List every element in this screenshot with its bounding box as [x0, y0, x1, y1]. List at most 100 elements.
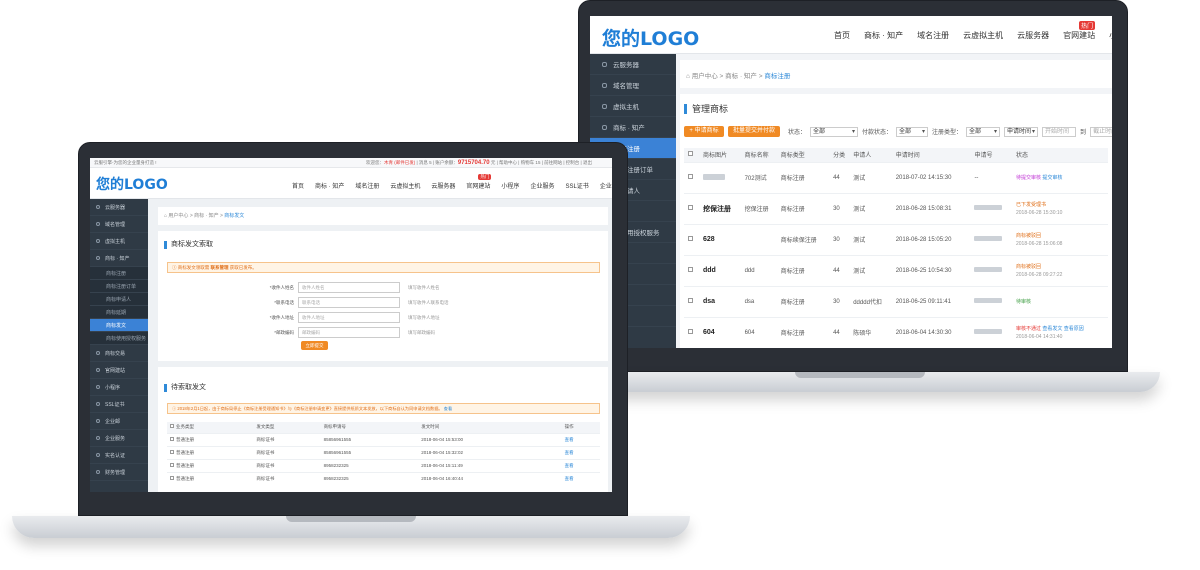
batch-submit-button[interactable]: 批量提交并付款 [728, 126, 780, 137]
breadcrumb-current: 商标发文 [224, 213, 245, 219]
sidebar-item[interactable]: 商标延期 [90, 306, 148, 319]
breadcrumb-mid[interactable]: 商标 · 知产 [725, 73, 757, 80]
sidebar-item[interactable]: 实名认证 [90, 447, 148, 464]
row-checkbox[interactable] [170, 436, 174, 441]
sidebar-item[interactable]: 虚拟主机 [90, 233, 148, 250]
nav-item[interactable]: 小程序 [1109, 30, 1112, 41]
trademark-image-text: dsa [703, 298, 716, 305]
messages-link[interactable]: 消息 5 [419, 160, 432, 165]
cell-time: 2018-07-02 14:15:30 [892, 161, 972, 193]
mail-icon [96, 419, 100, 423]
sidebar-item[interactable]: 企业邮 [90, 413, 148, 430]
row-checkbox[interactable] [170, 462, 174, 467]
sidebar-item[interactable]: 云服务器 [590, 54, 676, 75]
cell-cls: 44 [830, 316, 851, 348]
logo[interactable]: 您的LOGO [602, 24, 699, 51]
nav-item[interactable]: 首页 [834, 30, 850, 41]
cell-name: 挖保注册 [741, 192, 778, 224]
status-select[interactable]: 全部 [810, 126, 859, 137]
nav-item[interactable]: 首页 [292, 181, 304, 190]
nav-item[interactable]: 商标 · 知产 [864, 30, 903, 41]
sidebar-item[interactable]: 商标注册订单 [90, 280, 148, 293]
view-link[interactable]: 查看 [565, 476, 574, 481]
cell-name [741, 223, 778, 255]
table-row[interactable]: 普通注册 商标证书 8958232325 2018-06-04 15:11:49 查看 [167, 458, 600, 472]
pay-select[interactable]: 全部 [896, 126, 929, 137]
sidebar-item[interactable]: 虚拟主机 [590, 96, 676, 117]
form-input[interactable]: 收件人姓名 [298, 282, 400, 293]
sidebar-item[interactable]: 商标注册 [90, 267, 148, 280]
cell-name: ddd [741, 254, 778, 286]
time-select[interactable]: 申请时间 [1004, 126, 1039, 137]
application-number-masked [974, 298, 1003, 303]
form-input[interactable]: 收件人地址 [298, 312, 400, 323]
row-checkbox[interactable] [170, 449, 174, 454]
table-row[interactable]: 702测试 商标注册 44 测试 2018-07-02 14:15:30 -- 待提交审核 … [684, 161, 1108, 193]
top-link[interactable]: 控制台 [566, 160, 580, 165]
table-row[interactable]: 普通注册 商标证书 85856961555 2018-06-04 15:53:00 查看 [167, 432, 600, 446]
sidebar-item[interactable]: 商标 · 知产 [90, 250, 148, 267]
cell-status: 待提交审核 提交审核 [1013, 161, 1108, 193]
nav-item[interactable]: 云服务器 [1017, 30, 1049, 41]
apply-trademark-button[interactable]: + 申请商标 [684, 126, 724, 137]
sidebar-item[interactable]: 小程序 [90, 379, 148, 396]
nav-item[interactable]: 商标 · 知产 [315, 181, 344, 190]
table-row[interactable]: dsa dsa 商标注册 30 ddddd代扣 2018-06-25 09:11:41 待审… [684, 285, 1108, 317]
table-row[interactable]: 普通注册 商标证书 8958232325 2018-06-04 16:40:44 查看 [167, 471, 600, 485]
sidebar-item[interactable]: 企业服务 [90, 430, 148, 447]
select-all-checkbox[interactable] [170, 424, 174, 429]
row-checkbox[interactable] [170, 475, 174, 480]
sidebar-item[interactable]: 财务管理 [90, 464, 148, 481]
table-row[interactable]: ddd ddd 商标注册 44 测试 2018-06-25 10:54:30 商标被驳回 20… [684, 254, 1108, 286]
sidebar-item[interactable]: SSL证书 [90, 396, 148, 413]
sidebar-item[interactable]: 商标发文 [90, 319, 148, 332]
table-row[interactable]: 628 商标续保注册 30 测试 2018-06-28 15:05:20 商标被驳回 201… [684, 223, 1108, 255]
end-date-input[interactable]: 截止时间 [1090, 126, 1112, 137]
sidebar-item-label: 商标延期 [106, 309, 127, 316]
nav-item[interactable]: 云虚拟主机 [963, 30, 1003, 41]
notice-contact-link[interactable]: 联系管理 [211, 265, 230, 270]
sidebar-item[interactable]: 商标交易 [90, 345, 148, 362]
top-link[interactable]: 退出 [583, 160, 592, 165]
form-input[interactable]: 联系电话 [298, 297, 400, 308]
user-name[interactable]: 木青 (邮件已发) [384, 160, 415, 165]
breadcrumb-home[interactable]: 用户中心 [692, 73, 718, 80]
top-link[interactable]: 前往网站 [544, 160, 562, 165]
nav-item[interactable]: 小程序 [501, 181, 519, 190]
breadcrumb-mid[interactable]: 商标 · 知产 [194, 213, 218, 219]
nav-item[interactable]: 官网建站 热门 [466, 174, 492, 190]
table-row[interactable]: 挖保注册 挖保注册 商标注册 30 测试 2018-06-28 15:08:31 已下发受理… [684, 192, 1108, 224]
sidebar-item[interactable]: 官网建站 [90, 362, 148, 379]
reg-select[interactable]: 全部 [966, 126, 1001, 137]
table-row[interactable]: 普通注册 商标证书 85856961555 2018-06-04 15:32:02 查看 [167, 445, 600, 459]
nav-item[interactable]: 企业服务 [530, 181, 554, 190]
logo[interactable]: 您的LOGO [96, 174, 168, 194]
nav-item[interactable]: 企业邮 [600, 181, 612, 190]
nav-item[interactable]: 云虚拟主机 [390, 181, 420, 190]
nav-item[interactable]: 域名注册 [355, 181, 379, 190]
nav-item[interactable]: 官网建站 热门 [1063, 21, 1096, 41]
top-link[interactable]: 帮助中心 [499, 160, 517, 165]
start-date-input[interactable]: 开始时间 [1042, 126, 1077, 137]
top-link[interactable]: 购物车 15 [521, 160, 541, 165]
view-link[interactable]: 查看 [565, 450, 574, 455]
table-row[interactable]: 604 604 商标注册 44 陈硕华 2018-06-04 14:30:30 审核不通过 … [684, 316, 1108, 348]
sidebar-item[interactable]: 域名管理 [590, 75, 676, 96]
status-action-link[interactable]: 提交审核 [1042, 175, 1062, 181]
status-action-link[interactable]: 查看发文 查看原因 [1042, 326, 1083, 332]
nav-item[interactable]: 云服务器 [431, 181, 455, 190]
view-link[interactable]: 查看 [565, 463, 574, 468]
sidebar-item[interactable]: 商标使用授权服务 [90, 332, 148, 345]
breadcrumb-home[interactable]: 用户中心 [168, 213, 188, 219]
sidebar-item[interactable]: 商标 · 知产 [590, 117, 676, 138]
sidebar-item[interactable]: 域名管理 [90, 216, 148, 233]
submit-button[interactable]: 立即提交 [301, 341, 328, 350]
nav-item[interactable]: 域名注册 [917, 30, 949, 41]
view-link[interactable]: 查看 [565, 437, 574, 442]
nav-item[interactable]: SSL证书 [565, 181, 588, 190]
column-header: 商标申请号 [320, 422, 419, 433]
notice-view-link[interactable]: 查看 [444, 406, 452, 411]
sidebar-item[interactable]: 商标申请人 [90, 293, 148, 306]
sidebar-item[interactable]: 云服务器 [90, 199, 148, 216]
form-input[interactable]: 邮政编码 [298, 327, 400, 338]
